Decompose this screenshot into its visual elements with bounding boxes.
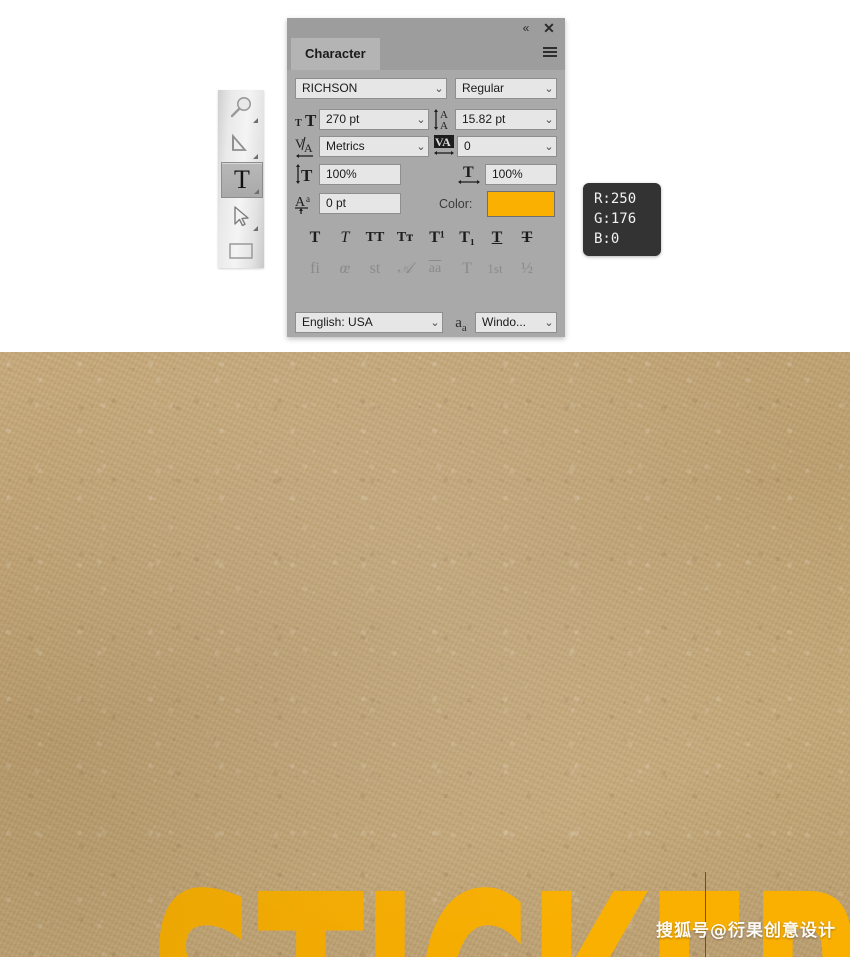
arrow-cursor-icon [234,206,249,227]
type-tool[interactable]: T [221,162,263,198]
style-button-row-2: fi œ st 𝒜 aa T 1st ½ [287,256,565,286]
close-icon[interactable]: ✕ [541,21,557,36]
headline-text-object[interactable]: STICKER [148,859,850,957]
pen-tool[interactable] [221,128,261,162]
magnifier-icon [230,97,251,118]
artboard-canvas[interactable]: STICKER 搜狐号@衍果创意设计 [0,352,850,957]
svg-text:T: T [463,164,474,181]
tool-flyout-corner [253,226,258,231]
baseline-shift-input[interactable]: 0 pt [319,193,401,214]
tool-flyout-corner [253,118,258,123]
zoom-tool[interactable] [221,92,261,126]
rgb-green-value: G:176 [594,211,637,227]
discretionary-ligatures-button[interactable]: st [361,256,389,282]
character-panel[interactable]: « ✕ Character RICHSON ⌄ Regular ⌄ T T 27… [287,18,565,337]
tracking-icon: VA [434,135,454,155]
superscript-button[interactable]: T¹ [423,225,451,251]
watermark-text: 搜狐号@衍果创意设计 [656,921,836,941]
small-caps-button[interactable]: Tᴛ [391,225,419,251]
strikethrough-button[interactable]: T [513,225,541,251]
horizontal-scale-input[interactable]: 100% [485,164,557,185]
leading-input[interactable]: 15.82 pt [455,109,557,130]
stylistic-alternates-button[interactable]: aa [421,256,449,282]
tracking-input[interactable]: 0 [457,136,557,157]
selection-tool[interactable] [221,200,261,234]
font-size-icon: T T [295,111,317,130]
tools-panel[interactable]: T [218,90,264,268]
rgb-color-readout: R:250 G:176 B:0 [583,183,661,256]
ordinals-button[interactable]: 1st [481,256,509,282]
font-style-input[interactable]: Regular [455,78,557,99]
vertical-scale-input[interactable]: 100% [319,164,401,185]
svg-text:VA: VA [435,135,451,149]
tool-flyout-corner [254,189,259,194]
horizontal-scale-icon: T [458,164,480,184]
color-label: Color: [439,197,473,211]
style-button-row-1: T T TT Tᴛ T¹ T₁ T T [287,225,565,255]
font-family-input[interactable]: RICHSON [295,78,447,99]
language-select[interactable]: English: USA [295,312,443,333]
titling-alternates-button[interactable]: T [453,256,481,282]
double-chevron-left-icon[interactable]: « [518,21,534,36]
text-frame-right-guide [705,872,706,957]
tab-character[interactable]: Character [291,38,380,70]
tool-flyout-corner [253,154,258,159]
panel-tabstrip[interactable]: Character [287,38,565,71]
svg-text:T: T [301,166,313,185]
leading-icon: A A [434,109,448,131]
all-caps-button[interactable]: TT [361,225,389,251]
anti-alias-select[interactable]: Windo... [475,312,557,333]
underline-button[interactable]: T [483,225,511,251]
svg-text:T: T [295,118,302,129]
svg-text:T: T [305,111,317,130]
kerning-input[interactable]: Metrics [319,136,429,157]
rectangle-icon [229,243,253,259]
anti-aliasing-icon: aa [455,315,467,334]
baseline-shift-icon: A a [295,194,310,214]
svg-text:a: a [306,194,310,204]
panel-menu-icon[interactable] [543,47,557,59]
swash-button[interactable]: 𝒜 [391,256,419,282]
contextual-alternates-button[interactable]: œ [331,256,359,282]
faux-italic-button[interactable]: T [331,225,359,251]
pen-nib-icon [232,133,247,151]
panel-body: RICHSON ⌄ Regular ⌄ T T 270 pt ⌄ A A 15.… [287,70,565,337]
rgb-red-value: R:250 [594,191,637,207]
svg-text:A: A [304,141,313,155]
svg-text:A: A [440,120,448,131]
faux-bold-button[interactable]: T [301,225,329,251]
color-swatch[interactable] [487,191,555,217]
standard-ligatures-button[interactable]: fi [301,256,329,282]
fractions-button[interactable]: ½ [513,256,541,282]
kerning-icon: V A [295,136,313,158]
font-size-input[interactable]: 270 pt [319,109,429,130]
panel-titlebar[interactable]: « ✕ [287,18,565,38]
rectangle-tool[interactable] [221,236,261,270]
vertical-scale-icon: T [296,164,313,185]
subscript-button[interactable]: T₁ [453,225,481,251]
rgb-blue-value: B:0 [594,231,620,247]
